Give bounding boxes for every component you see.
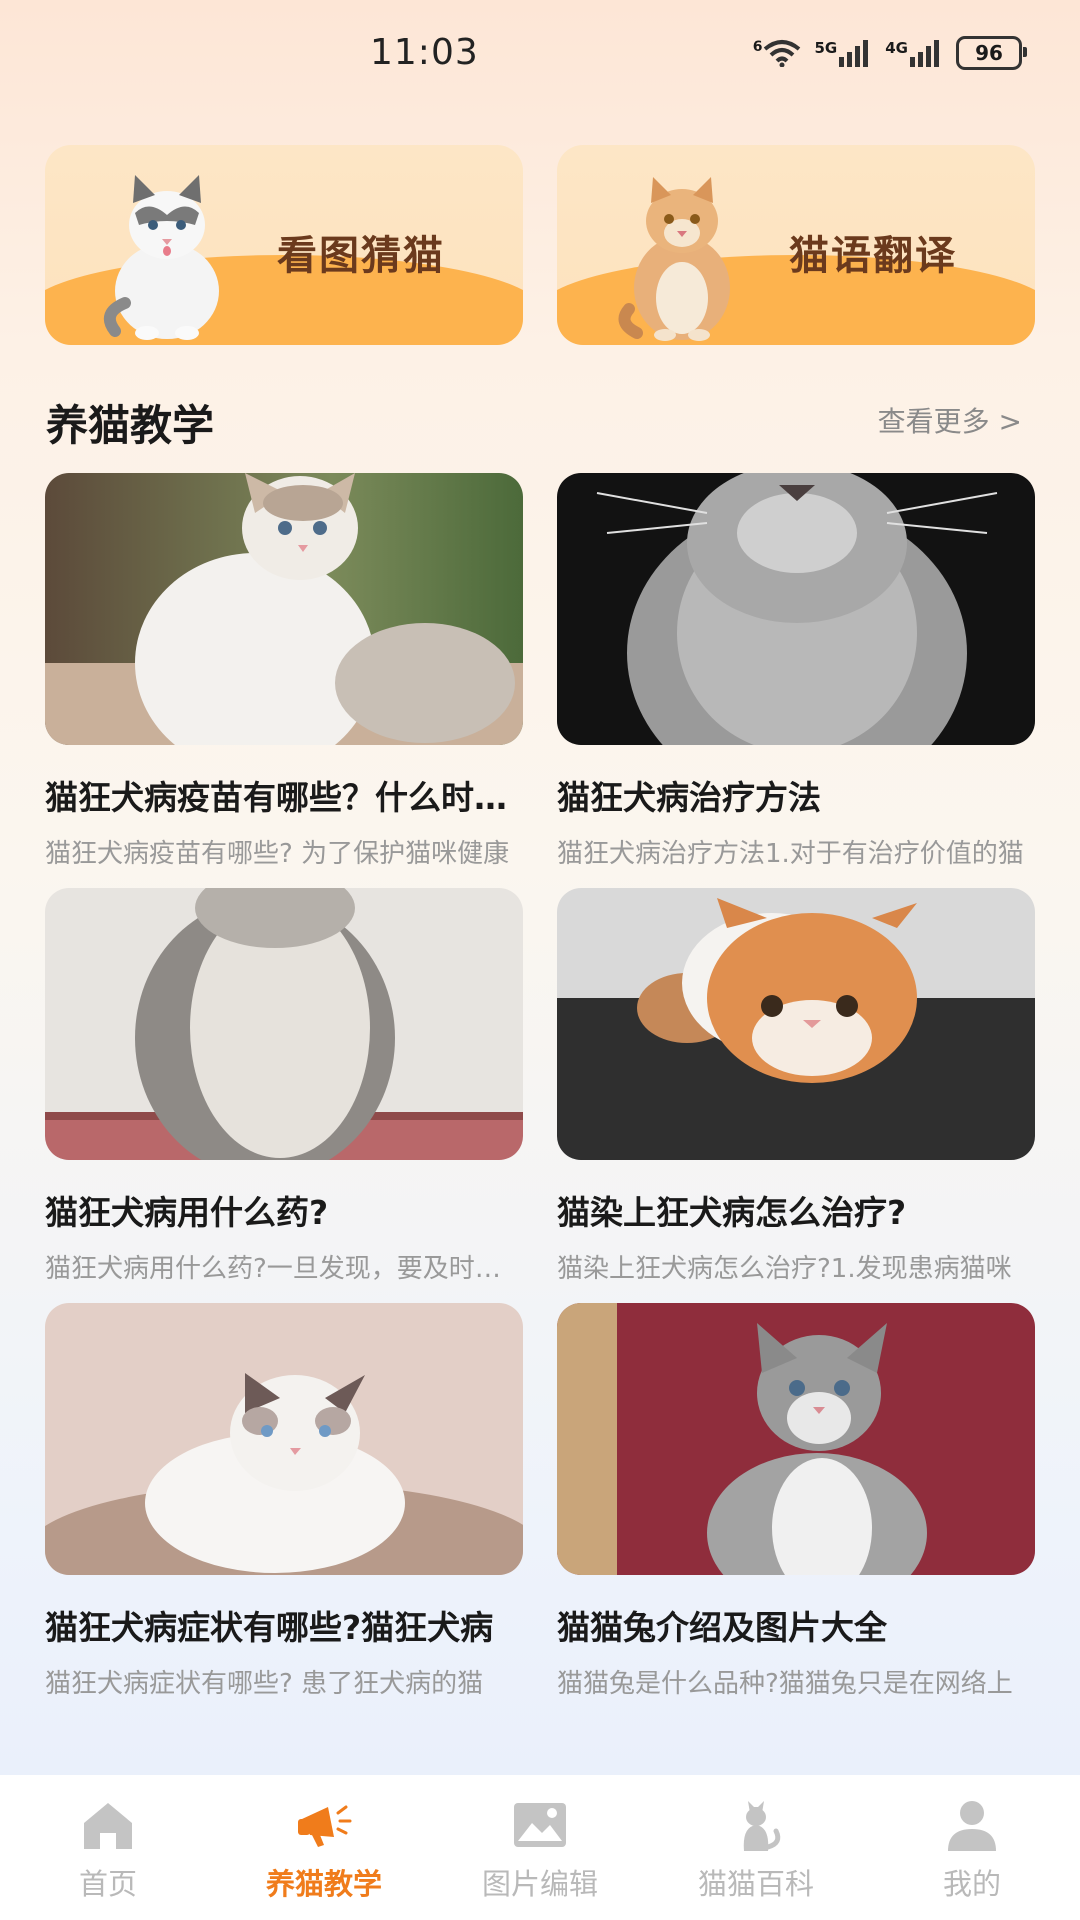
article-card[interactable]: 猫染上狂犬病怎么治疗? 猫染上狂犬病怎么治疗?1.发现患病猫咪 xyxy=(557,888,1035,1285)
cat-icon xyxy=(743,1801,781,1851)
article-desc: 猫狂犬病疫苗有哪些? 为了保护猫咪健康 xyxy=(45,839,510,869)
bottom-tab-bar: 首页 养猫教学 图片编辑 猫猫百科 我的 xyxy=(0,1775,1080,1920)
article-title: 猫猫兔介绍及图片大全 xyxy=(557,1608,887,1647)
article-photo-gray-cat xyxy=(45,888,523,1160)
ragdoll-cat-image xyxy=(103,175,219,340)
tab-cat-wiki[interactable]: 猫猫百科 xyxy=(648,1775,864,1920)
status-bar: 11:03 6 5G 4G 96 xyxy=(0,0,1080,110)
tab-label: 首页 xyxy=(78,1867,137,1901)
article-title: 猫狂犬病用什么药? xyxy=(45,1193,329,1232)
feature-label: 看图猜猫 xyxy=(277,233,445,279)
battery-indicator: 96 xyxy=(956,36,1027,70)
article-title: 猫狂犬病症状有哪些?猫狂犬病 xyxy=(45,1608,494,1647)
feature-card-guess-cat[interactable]: 看图猜猫 xyxy=(45,145,523,345)
article-title: 猫狂犬病治疗方法 xyxy=(557,778,821,817)
section-title: 养猫教学 xyxy=(46,401,215,450)
status-icons: 6 5G 4G 96 xyxy=(753,36,1027,70)
article-title: 猫狂犬病疫苗有哪些？什么时候打 xyxy=(45,778,523,817)
article-photo-mainecoon-kitten xyxy=(557,1303,1035,1575)
article-title: 猫染上狂犬病怎么治疗? xyxy=(557,1193,907,1232)
megaphone-icon xyxy=(298,1805,352,1847)
article-photo-longhair xyxy=(557,473,1035,745)
tab-home[interactable]: 首页 xyxy=(0,1775,216,1920)
user-icon xyxy=(948,1801,996,1851)
article-card[interactable]: 猫狂犬病用什么药? 猫狂犬病用什么药?一旦发现，要及时处理 xyxy=(45,888,523,1285)
article-photo-exotic xyxy=(557,888,1035,1160)
article-photo-ragdoll xyxy=(45,473,523,745)
article-desc: 猫狂犬病治疗方法1.对于有治疗价值的猫 xyxy=(557,839,1024,869)
signal-5g-icon: 5G xyxy=(815,39,872,67)
orange-cat-image xyxy=(618,177,730,341)
article-desc: 猫狂犬病症状有哪些? 患了狂犬病的猫 xyxy=(45,1669,484,1699)
status-time: 11:03 xyxy=(370,32,479,73)
article-card[interactable]: 猫猫兔介绍及图片大全 猫猫兔是什么品种?猫猫兔只是在网络上 xyxy=(557,1303,1035,1700)
image-icon xyxy=(514,1803,566,1847)
article-card[interactable]: 猫狂犬病治疗方法 猫狂犬病治疗方法1.对于有治疗价值的猫 xyxy=(557,473,1035,870)
article-desc: 猫狂犬病用什么药?一旦发现，要及时处理 xyxy=(45,1254,523,1284)
article-desc: 猫染上狂犬病怎么治疗?1.发现患病猫咪 xyxy=(557,1254,1012,1284)
article-card[interactable]: 猫狂犬病疫苗有哪些？什么时候打 猫狂犬病疫苗有哪些? 为了保护猫咪健康 xyxy=(45,473,523,870)
article-photo-ragdoll-kitten xyxy=(45,1303,523,1575)
tab-profile[interactable]: 我的 xyxy=(864,1775,1080,1920)
tab-label: 我的 xyxy=(942,1867,1001,1901)
tab-cat-teaching[interactable]: 养猫教学 xyxy=(216,1775,432,1920)
view-more-link[interactable]: 查看更多 > xyxy=(878,400,1022,440)
tab-label: 猫猫百科 xyxy=(697,1867,814,1901)
home-icon xyxy=(84,1803,132,1849)
article-desc: 猫猫兔是什么品种?猫猫兔只是在网络上 xyxy=(557,1669,1013,1699)
feature-label: 猫语翻译 xyxy=(789,233,957,279)
article-card[interactable]: 猫狂犬病症状有哪些?猫狂犬病 猫狂犬病症状有哪些? 患了狂犬病的猫 xyxy=(45,1303,523,1700)
tab-label: 图片编辑 xyxy=(481,1867,598,1901)
signal-4g-icon: 4G xyxy=(885,39,942,67)
wifi-icon: 6 xyxy=(753,39,801,67)
tab-image-edit[interactable]: 图片编辑 xyxy=(432,1775,648,1920)
tab-label: 养猫教学 xyxy=(265,1867,382,1901)
feature-card-cat-translate[interactable]: 猫语翻译 xyxy=(557,145,1035,345)
